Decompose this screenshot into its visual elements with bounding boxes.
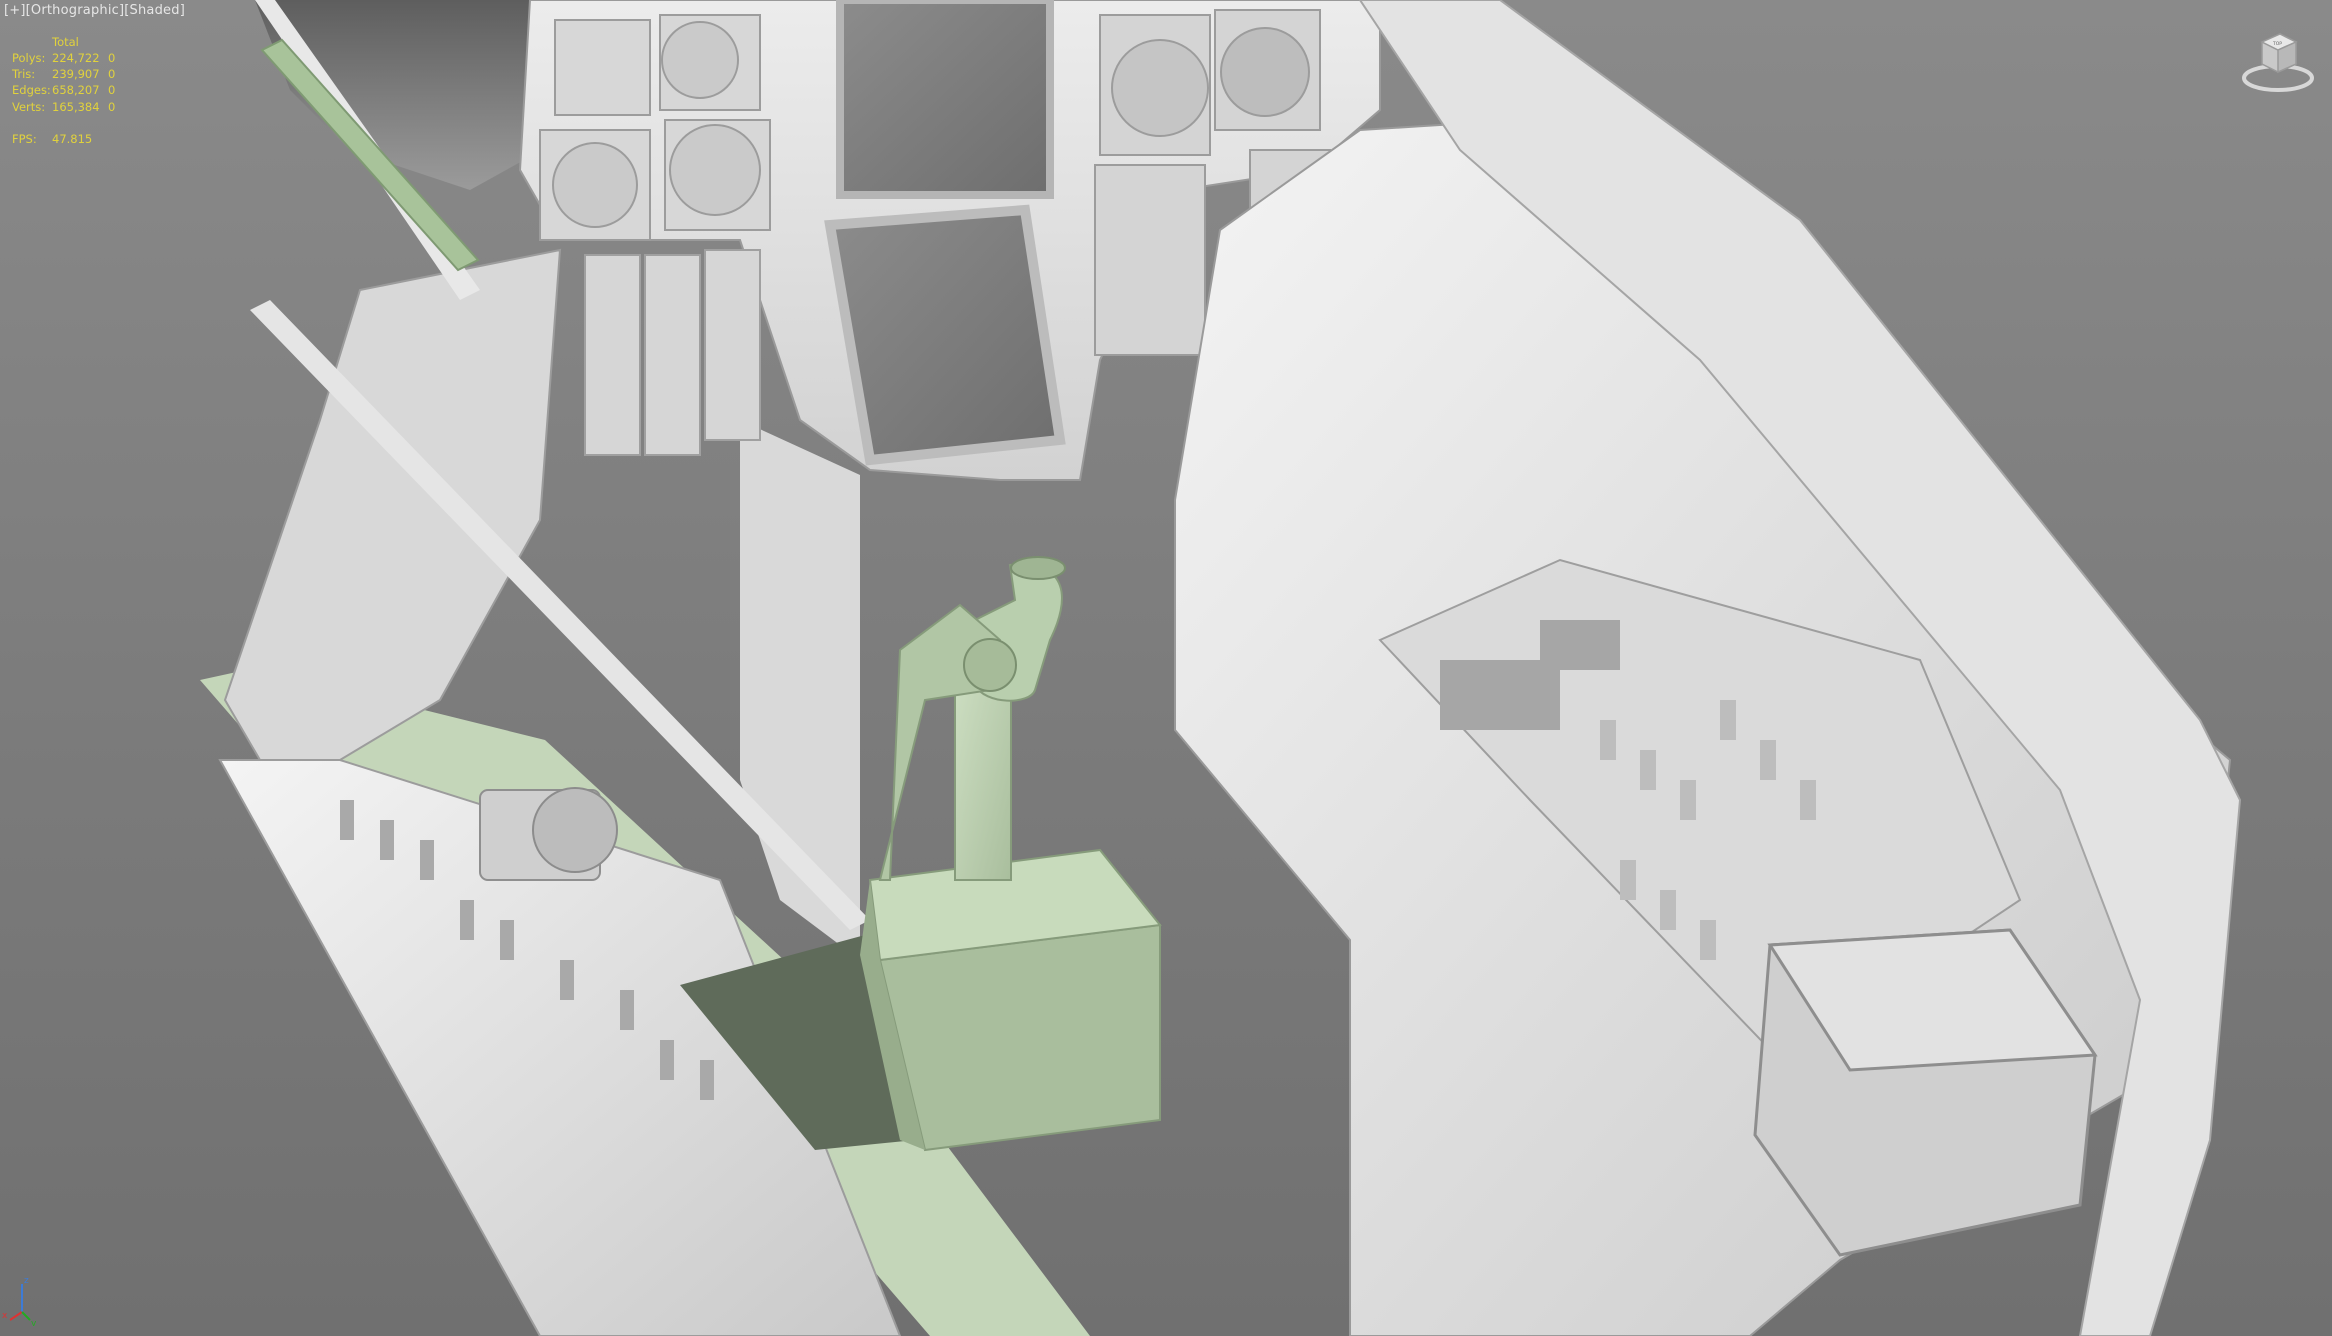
stats-label: Edges: bbox=[12, 83, 51, 98]
stick-base-front bbox=[878, 923, 1161, 1152]
center-pedestal bbox=[740, 420, 860, 960]
stats-value: 658,207 bbox=[52, 83, 100, 98]
axis-gizmo-icon: z x y bbox=[2, 1276, 37, 1326]
lower-mfd-screen bbox=[824, 204, 1066, 466]
stats-label: Verts: bbox=[12, 99, 46, 114]
stats-row-edges: Edges: 658,207 0 bbox=[12, 82, 128, 98]
stats-label: Tris: bbox=[12, 67, 36, 82]
3d-viewport[interactable]: [+][Orthographic][Shaded] Total Polys: 2… bbox=[0, 0, 2332, 1336]
statistics-overlay: Total Polys: 224,722 0 Tris: 239,907 0 E… bbox=[12, 34, 128, 147]
stats-row-polys: Polys: 224,722 0 bbox=[12, 50, 128, 66]
stats-value: 165,384 bbox=[52, 99, 100, 114]
stats-selected: 0 bbox=[108, 83, 116, 98]
viewport-view-mode[interactable]: [Orthographic] bbox=[26, 3, 125, 18]
throttle-assembly bbox=[479, 787, 618, 881]
axis-y-label: y bbox=[31, 1319, 37, 1326]
viewcube-face-label: TOP bbox=[2272, 41, 2282, 47]
stick-grip-top bbox=[1010, 556, 1066, 580]
axis-x-label: x bbox=[2, 1311, 8, 1321]
stats-row-tris: Tris: 239,907 0 bbox=[12, 66, 128, 82]
cockpit-model-render[interactable] bbox=[0, 0, 2332, 1336]
stats-value: 239,907 bbox=[52, 67, 100, 82]
stats-selected: 0 bbox=[108, 99, 116, 114]
upper-mfd-screen bbox=[836, 0, 1054, 199]
viewport-label[interactable]: [+][Orthographic][Shaded] bbox=[4, 3, 185, 18]
stats-label: Polys: bbox=[12, 51, 46, 66]
stats-selected: 0 bbox=[108, 51, 116, 66]
axis-z-label: z bbox=[24, 1276, 29, 1286]
left-switch-column bbox=[584, 249, 761, 456]
stats-row-fps: FPS: 47.815 bbox=[12, 131, 128, 147]
stick-hinge bbox=[963, 638, 1017, 692]
viewport-shading-mode[interactable]: [Shaded] bbox=[124, 3, 185, 18]
fps-value: 47.815 bbox=[52, 131, 93, 146]
viewcube-icon[interactable]: TOP bbox=[2240, 28, 2316, 94]
viewport-menu-plus[interactable]: [+] bbox=[4, 3, 26, 18]
stats-header: Total bbox=[52, 35, 79, 49]
stats-row-verts: Verts: 165,384 0 bbox=[12, 99, 128, 115]
stats-value: 224,722 bbox=[52, 51, 100, 66]
fps-label: FPS: bbox=[12, 131, 37, 146]
stats-selected: 0 bbox=[108, 67, 116, 82]
